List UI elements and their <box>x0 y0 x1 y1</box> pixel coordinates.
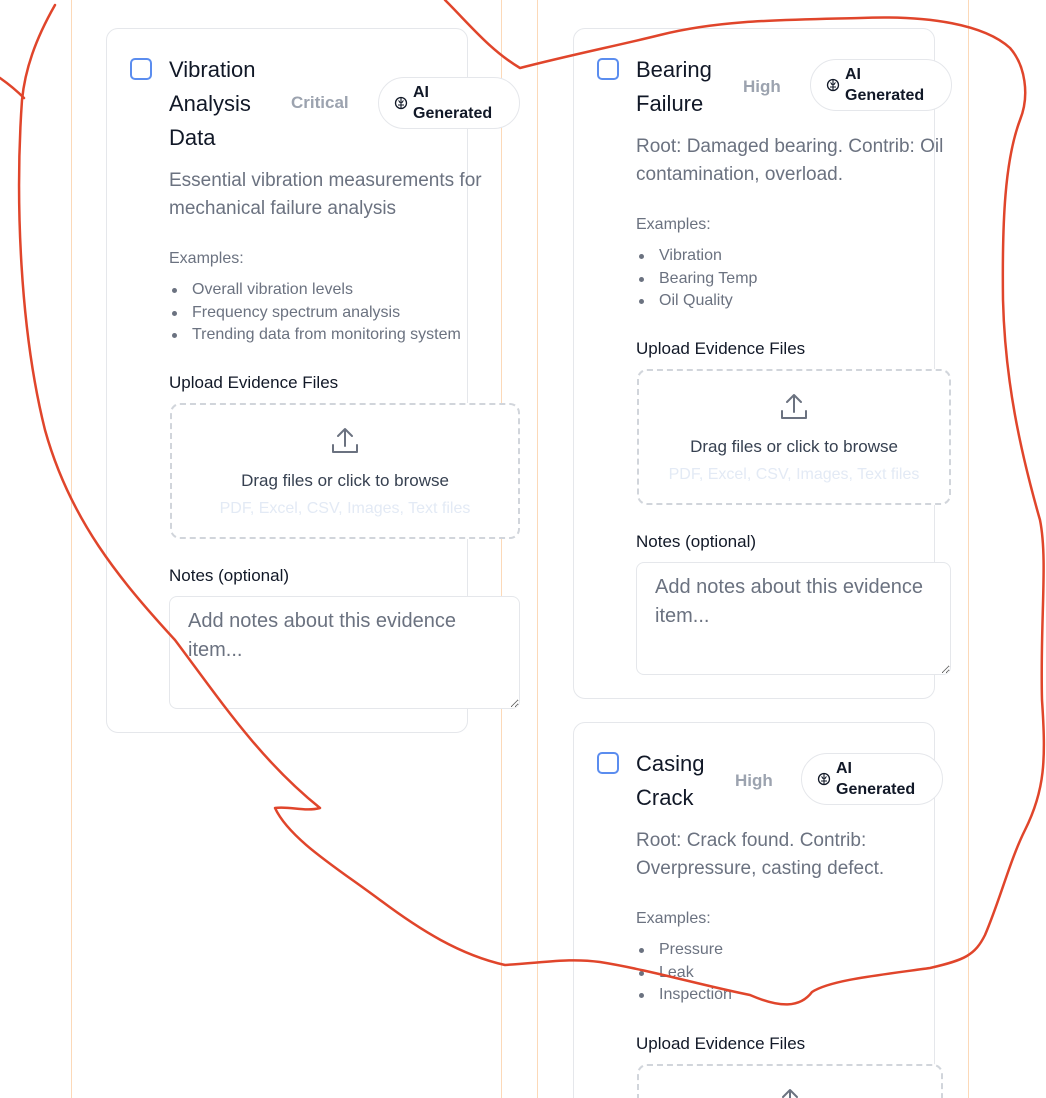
ai-generated-badge: AI Generated <box>378 77 520 129</box>
file-dropzone[interactable]: Drag files or click to browse PDF, Excel… <box>170 403 520 539</box>
file-dropzone[interactable]: Drag files or click to browse PDF, Excel… <box>637 369 951 505</box>
upload-icon <box>332 428 358 453</box>
ai-generated-badge: AI Generated <box>810 59 952 111</box>
severity-label: High <box>735 771 773 790</box>
dropzone-text: Drag files or click to browse <box>241 471 449 490</box>
upload-label: Upload Evidence Files <box>169 373 339 392</box>
examples-heading: Examples: <box>636 216 711 233</box>
brain-icon <box>817 772 831 786</box>
notes-textarea[interactable] <box>169 596 520 709</box>
card-title: Bearing Failure <box>636 57 712 116</box>
dropzone-hint: PDF, Excel, CSV, Images, Text files <box>668 466 920 483</box>
brain-icon <box>394 96 408 110</box>
examples-heading: Examples: <box>636 910 711 927</box>
select-checkbox[interactable] <box>597 752 619 774</box>
example-item: Oil Quality <box>636 290 757 313</box>
example-item: Inspection <box>636 984 732 1007</box>
file-dropzone[interactable] <box>637 1064 943 1098</box>
examples-list: Overall vibration levels Frequency spect… <box>169 279 461 347</box>
card-description: Root: Damaged bearing. Contrib: Oil cont… <box>636 136 944 185</box>
examples-list: Pressure Leak Inspection <box>636 939 732 1007</box>
guide-line <box>968 0 969 1098</box>
dropzone-hint: PDF, Excel, CSV, Images, Text files <box>219 500 471 517</box>
brain-icon <box>826 78 840 92</box>
example-item: Pressure <box>636 939 732 962</box>
notes-label: Notes (optional) <box>636 532 757 551</box>
notes-label: Notes (optional) <box>169 566 290 585</box>
badge-label: AI Generated <box>845 66 925 104</box>
example-item: Trending data from monitoring system <box>169 324 461 347</box>
upload-icon <box>782 1089 798 1098</box>
severity-label: High <box>743 77 781 96</box>
card-description: Root: Crack found. Contrib: Overpressure… <box>636 830 885 879</box>
card-title: Casing Crack <box>636 751 705 810</box>
severity-label: Critical <box>291 93 349 112</box>
upload-label: Upload Evidence Files <box>636 1034 806 1053</box>
guide-line <box>537 0 538 1098</box>
badge-label: AI Generated <box>836 760 916 798</box>
card-title: Vibration Analysis Data <box>169 57 256 150</box>
example-item: Leak <box>636 962 732 985</box>
badge-label: AI Generated <box>413 84 493 122</box>
guide-line <box>501 0 502 1098</box>
notes-textarea[interactable] <box>636 562 951 675</box>
examples-list: Vibration Bearing Temp Oil Quality <box>636 245 757 313</box>
select-checkbox[interactable] <box>597 58 619 80</box>
upload-label: Upload Evidence Files <box>636 339 806 358</box>
dropzone-text: Drag files or click to browse <box>690 437 898 456</box>
example-item: Frequency spectrum analysis <box>169 302 461 325</box>
guide-line <box>71 0 72 1098</box>
select-checkbox[interactable] <box>130 58 152 80</box>
card-description: Essential vibration measurements for mec… <box>169 170 482 219</box>
upload-icon <box>781 394 807 419</box>
ai-generated-badge: AI Generated <box>801 753 943 805</box>
examples-heading: Examples: <box>169 250 244 267</box>
example-item: Overall vibration levels <box>169 279 461 302</box>
example-item: Bearing Temp <box>636 268 757 291</box>
example-item: Vibration <box>636 245 757 268</box>
